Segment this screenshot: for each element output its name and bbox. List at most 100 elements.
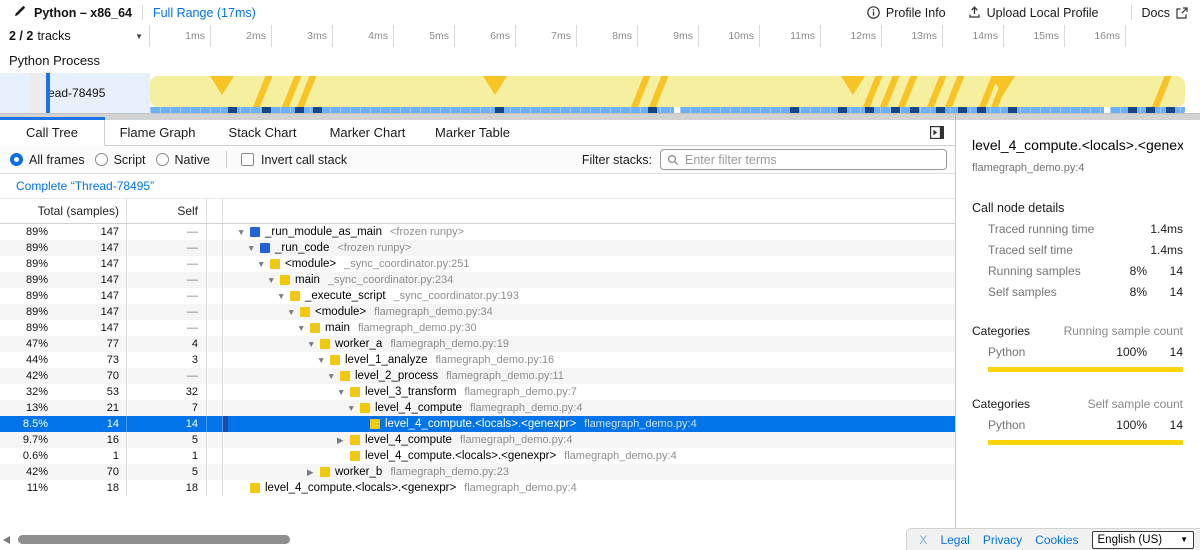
- total-percent: 9.7%: [0, 434, 48, 446]
- profile-info-button[interactable]: Profile Info: [867, 6, 946, 20]
- tab-flame-graph[interactable]: Flame Graph: [105, 120, 210, 145]
- function-name: <module>: [285, 258, 336, 270]
- radio-label[interactable]: Script: [114, 153, 146, 167]
- total-percent: 89%: [0, 290, 48, 302]
- table-row[interactable]: 0.6%11level_4_compute.<locals>.<genexpr>…: [0, 448, 955, 464]
- marker-slash-icon[interactable]: [944, 76, 966, 107]
- upload-profile-button[interactable]: Upload Local Profile: [968, 6, 1099, 20]
- marker-slash-icon[interactable]: [648, 76, 670, 107]
- profile-title: Python – x86_64: [34, 6, 132, 20]
- footer-link-cookies[interactable]: Cookies: [1035, 533, 1078, 547]
- invert-call-stack-label[interactable]: Invert call stack: [261, 153, 347, 167]
- table-row[interactable]: 32%5332▼level_3_transformflamegraph_demo…: [0, 384, 955, 400]
- marker-triangle-icon[interactable]: [210, 76, 234, 95]
- thread-track-label[interactable]: Thread-78495: [0, 73, 150, 113]
- function-name: <module>: [315, 306, 366, 318]
- table-row[interactable]: 89%147—▼_execute_script_sync_coordinator…: [0, 288, 955, 304]
- total-count: 147: [48, 306, 126, 318]
- collapse-icon[interactable]: ▼: [347, 403, 360, 413]
- radio-native[interactable]: [156, 153, 169, 166]
- total-count: 70: [48, 466, 126, 478]
- full-range-button[interactable]: Full Range (17ms): [153, 6, 256, 20]
- cell-total: 89%147: [0, 272, 127, 288]
- total-count: 147: [48, 274, 126, 286]
- marker-slash-icon[interactable]: [879, 76, 901, 107]
- table-row[interactable]: 47%774▼worker_aflamegraph_demo.py:19: [0, 336, 955, 352]
- radio-all-frames[interactable]: [10, 153, 23, 166]
- table-row[interactable]: 89%147—▼<module>_sync_coordinator.py:251: [0, 256, 955, 272]
- language-select[interactable]: English (US) ▼: [1092, 531, 1194, 549]
- collapse-icon[interactable]: ▼: [327, 371, 340, 381]
- cell-self: 14: [127, 416, 207, 432]
- marker-triangle-icon[interactable]: [483, 76, 507, 95]
- collapse-icon[interactable]: ▼: [257, 259, 270, 269]
- tab-stack-chart[interactable]: Stack Chart: [210, 120, 315, 145]
- cell-function: level_4_compute.<locals>.<genexpr>flameg…: [223, 416, 955, 432]
- table-row[interactable]: 89%147—▼<module>flamegraph_demo.py:34: [0, 304, 955, 320]
- marker-slash-icon[interactable]: [897, 76, 919, 107]
- column-self[interactable]: Self: [127, 199, 207, 223]
- collapse-icon[interactable]: ▼: [267, 275, 280, 285]
- radio-label[interactable]: All frames: [29, 153, 85, 167]
- docs-button[interactable]: Docs: [1142, 6, 1188, 20]
- marker-slash-icon[interactable]: [1151, 76, 1173, 107]
- table-row[interactable]: 11%1818level_4_compute.<locals>.<genexpr…: [0, 480, 955, 496]
- marker-slash-icon[interactable]: [926, 76, 948, 107]
- footer-link-privacy[interactable]: Privacy: [983, 533, 1022, 547]
- scroll-left-arrow-icon[interactable]: [3, 536, 10, 544]
- thread-activity-graph[interactable]: [150, 73, 1200, 113]
- table-row[interactable]: 13%217▼level_4_computeflamegraph_demo.py…: [0, 400, 955, 416]
- file-location: flamegraph_demo.py:4: [464, 482, 577, 494]
- column-total[interactable]: Total (samples): [0, 199, 127, 223]
- edit-profile-name-icon[interactable]: [14, 5, 26, 20]
- tracks-visibility-dropdown[interactable]: 2 / 2 tracks ▼: [0, 25, 150, 47]
- category-square-icon: [320, 339, 330, 349]
- activity-band[interactable]: [150, 76, 1185, 107]
- filter-stacks-input[interactable]: [683, 152, 946, 168]
- collapse-icon[interactable]: ▼: [237, 227, 250, 237]
- footer-close-button[interactable]: X: [919, 533, 927, 547]
- collapse-icon[interactable]: ▼: [297, 323, 310, 333]
- open-sidebar-toggle-icon[interactable]: [930, 126, 944, 139]
- scrollbar-thumb[interactable]: [18, 535, 290, 544]
- collapse-icon[interactable]: ▼: [307, 339, 320, 349]
- total-count: 16: [48, 434, 126, 446]
- invert-call-stack-checkbox[interactable]: [241, 153, 254, 166]
- expand-icon[interactable]: ▶: [337, 435, 350, 446]
- table-row[interactable]: 8.5%1414level_4_compute.<locals>.<genexp…: [0, 416, 955, 432]
- radio-script[interactable]: [95, 153, 108, 166]
- cell-category-strip: [207, 304, 223, 320]
- table-row[interactable]: 89%147—▼main_sync_coordinator.py:234: [0, 272, 955, 288]
- indent-spacer: [223, 472, 307, 473]
- collapse-icon[interactable]: ▼: [317, 355, 330, 365]
- breadcrumb[interactable]: Complete “Thread-78495”: [16, 179, 154, 193]
- marker-slash-icon[interactable]: [252, 76, 274, 107]
- cell-function: ▼level_3_transformflamegraph_demo.py:7: [223, 384, 955, 400]
- radio-label[interactable]: Native: [175, 153, 210, 167]
- cell-category-strip: [207, 288, 223, 304]
- collapse-icon[interactable]: ▼: [337, 387, 350, 397]
- collapse-icon[interactable]: ▼: [247, 243, 260, 253]
- track-reorder-gutter[interactable]: [30, 73, 46, 113]
- cell-total: 89%147: [0, 320, 127, 336]
- indent-spacer: [223, 376, 327, 377]
- process-track-header[interactable]: Python Process: [0, 47, 1200, 74]
- table-row[interactable]: 44%733▼level_1_analyzeflamegraph_demo.py…: [0, 352, 955, 368]
- tab-marker-table[interactable]: Marker Table: [420, 120, 525, 145]
- marker-slash-icon[interactable]: [630, 76, 652, 107]
- marker-triangle-icon[interactable]: [841, 76, 865, 95]
- table-row[interactable]: 89%147—▼mainflamegraph_demo.py:30: [0, 320, 955, 336]
- collapse-icon[interactable]: ▼: [287, 307, 300, 317]
- cell-self: 3: [127, 352, 207, 368]
- tab-call-tree[interactable]: Call Tree: [0, 120, 105, 146]
- table-row[interactable]: 42%70—▼level_2_processflamegraph_demo.py…: [0, 368, 955, 384]
- table-row[interactable]: 9.7%165▶level_4_computeflamegraph_demo.p…: [0, 432, 955, 448]
- table-row[interactable]: 89%147—▼_run_code<frozen runpy>: [0, 240, 955, 256]
- tab-marker-chart[interactable]: Marker Chart: [315, 120, 420, 145]
- footer-link-legal[interactable]: Legal: [940, 533, 969, 547]
- collapse-icon[interactable]: ▼: [277, 291, 290, 301]
- expand-icon[interactable]: ▶: [307, 467, 320, 478]
- table-row[interactable]: 89%147—▼_run_module_as_main<frozen runpy…: [0, 224, 955, 240]
- table-row[interactable]: 42%705▶worker_bflamegraph_demo.py:23: [0, 464, 955, 480]
- file-location: flamegraph_demo.py:19: [390, 338, 509, 350]
